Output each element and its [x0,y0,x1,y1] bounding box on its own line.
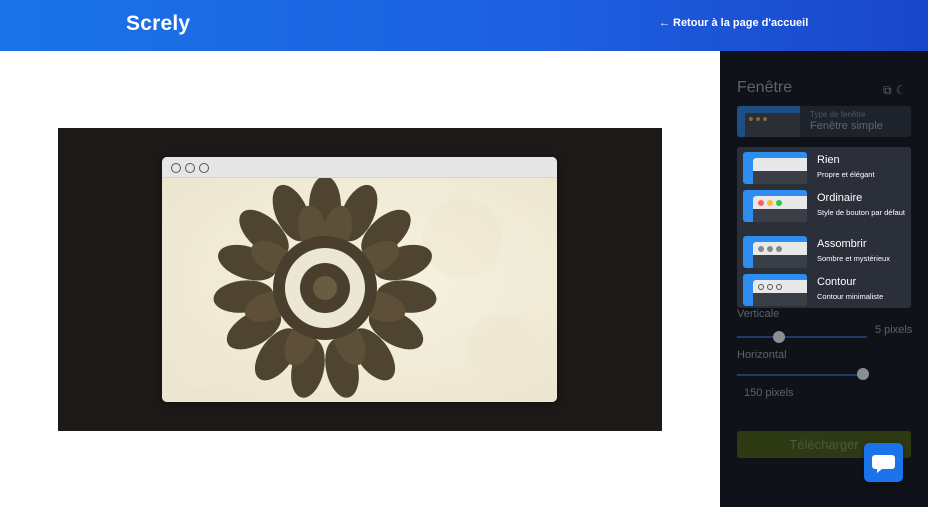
window-dot-icon [776,246,782,252]
vertical-value: 5 pixels [875,324,913,336]
thumb-bar [753,242,807,255]
vertical-label: Verticale [737,308,780,320]
window-type-thumbnail [737,106,800,137]
horizontal-slider-track[interactable] [737,374,867,376]
screenshot-backdrop [58,128,662,431]
window-dot-icon [758,284,764,290]
window-dot-icon [171,163,181,173]
copy-icon[interactable]: ⧉ [883,83,892,97]
back-home-label: Retour à la page d'accueil [673,17,809,29]
window-dot-icon [763,117,767,121]
thumb-window [753,280,807,306]
window-dot-icon [199,163,209,173]
thumb-bar [753,196,807,209]
maximize-dot-icon [776,200,782,206]
back-home-link[interactable]: ← Retour à la page d'accueil [659,17,808,29]
window-type-dropdown: Rien Propre et élégant Ordinaire Style d… [737,147,911,308]
top-header: Screly ← Retour à la page d'accueil [0,0,928,51]
sidebar-icons: ⧉ ☾ [883,83,910,98]
thumb-bar [753,280,807,293]
window-type-select[interactable]: Type de fenêtre Fenêtre simple [737,106,911,137]
window-type-value: Fenêtre simple [810,120,883,132]
vertical-slider-track[interactable] [737,336,867,338]
preview-area [0,51,720,507]
horizontal-value: 150 pixels [744,387,794,399]
vertical-slider-knob[interactable] [772,331,785,343]
sunflower-image [162,178,557,402]
window-dot-icon [758,246,764,252]
minimize-dot-icon [767,200,773,206]
panel-title: Fenêtre [737,79,793,96]
horizontal-slider-knob[interactable] [857,368,870,380]
option-thumbnail [743,190,807,222]
window-dot-icon [767,284,773,290]
option-title: Ordinaire [817,192,863,204]
option-title: Rien [817,154,840,166]
settings-sidebar: Fenêtre ⧉ ☾ Type de fenêtre Fenêtre simpl… [720,51,928,507]
window-thumb-inner [745,113,800,137]
window-dot-icon [776,284,782,290]
option-desc: Sombre et mystérieux [817,254,890,263]
window-dot-icon [756,117,760,121]
option-title: Contour [817,276,857,288]
window-dot-icon [749,117,753,121]
chat-button[interactable] [864,443,903,482]
moon-icon[interactable]: ☾ [896,83,907,97]
thumb-window [753,158,807,184]
option-thumbnail [743,274,807,306]
option-desc: Propre et élégant [817,170,875,179]
window-dot-icon [185,163,195,173]
chat-bubble-icon [872,455,895,473]
thumb-bar [753,158,807,171]
option-desc: Contour minimaliste [817,292,884,301]
option-title: Assombrir [817,238,867,250]
option-thumbnail [743,152,807,184]
close-dot-icon [758,200,764,206]
window-title-bar [162,157,557,178]
window-frame [162,157,557,402]
thumb-window [753,196,807,222]
option-thumbnail [743,236,807,268]
thumb-window [753,242,807,268]
app-logo[interactable]: Screly [126,12,190,36]
window-dot-icon [767,246,773,252]
horizontal-label: Horizontal [737,349,787,361]
arrow-left-icon: ← [659,17,670,29]
option-desc: Style de bouton par défaut [817,208,905,217]
window-type-label: Type de fenêtre [810,110,866,119]
